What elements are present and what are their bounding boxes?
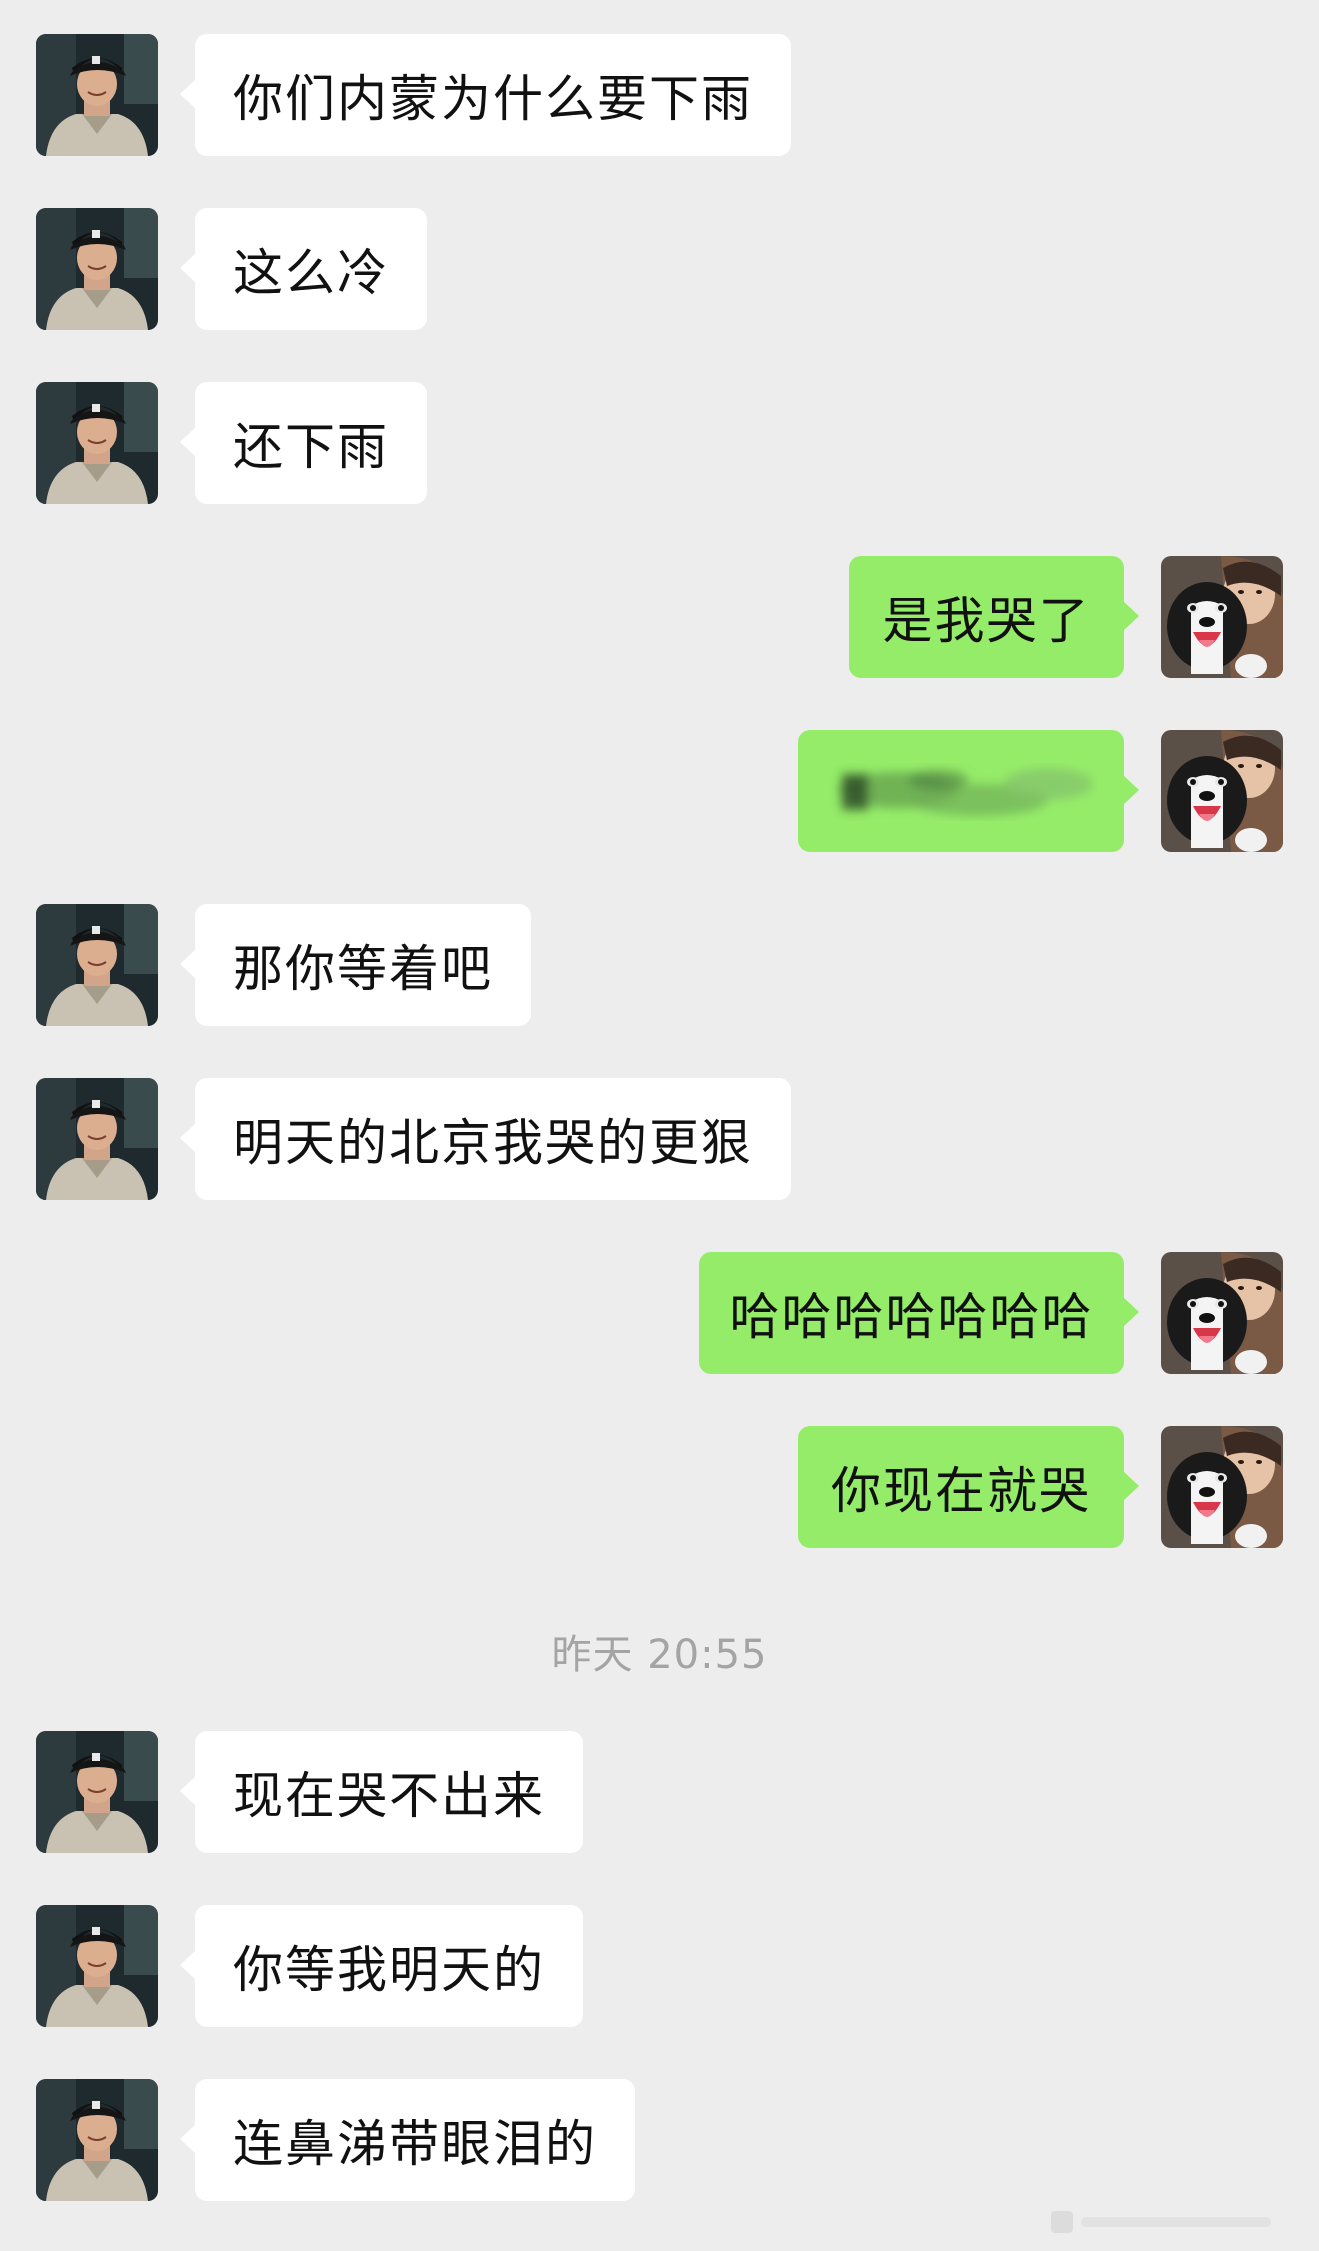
outgoing-message[interactable]: 是我哭了	[849, 556, 1139, 678]
contact-avatar[interactable]	[36, 2079, 158, 2201]
chat-area: 你们内蒙为什么要下雨 这么冷 还下雨 是我哭了 那你等着吧 明天的北京我哭的更狠…	[0, 0, 1319, 2251]
incoming-message[interactable]: 你们内蒙为什么要下雨	[180, 34, 791, 156]
my-avatar[interactable]	[1161, 1426, 1283, 1548]
outgoing-message-redacted[interactable]	[798, 730, 1139, 852]
contact-avatar[interactable]	[36, 1078, 158, 1200]
outgoing-message[interactable]: 你现在就哭	[798, 1426, 1139, 1548]
contact-avatar[interactable]	[36, 34, 158, 156]
watermark-icon	[1051, 2211, 1271, 2233]
my-avatar[interactable]	[1161, 730, 1283, 852]
contact-avatar[interactable]	[36, 208, 158, 330]
incoming-message[interactable]: 那你等着吧	[180, 904, 531, 1026]
my-avatar[interactable]	[1161, 556, 1283, 678]
message-timestamp: 昨天 20:55	[551, 1632, 768, 1678]
contact-avatar[interactable]	[36, 1731, 158, 1853]
my-avatar[interactable]	[1161, 1252, 1283, 1374]
incoming-message[interactable]: 还下雨	[180, 382, 427, 504]
incoming-message[interactable]: 连鼻涕带眼泪的	[180, 2079, 635, 2201]
contact-avatar[interactable]	[36, 904, 158, 1026]
contact-avatar[interactable]	[36, 382, 158, 504]
redaction-scribble	[838, 768, 1093, 816]
contact-avatar[interactable]	[36, 1905, 158, 2027]
incoming-message[interactable]: 现在哭不出来	[180, 1731, 583, 1853]
incoming-message[interactable]: 明天的北京我哭的更狠	[180, 1078, 791, 1200]
incoming-message[interactable]: 这么冷	[180, 208, 427, 330]
incoming-message[interactable]: 你等我明天的	[180, 1905, 583, 2027]
outgoing-message[interactable]: 哈哈哈哈哈哈哈	[699, 1252, 1139, 1374]
